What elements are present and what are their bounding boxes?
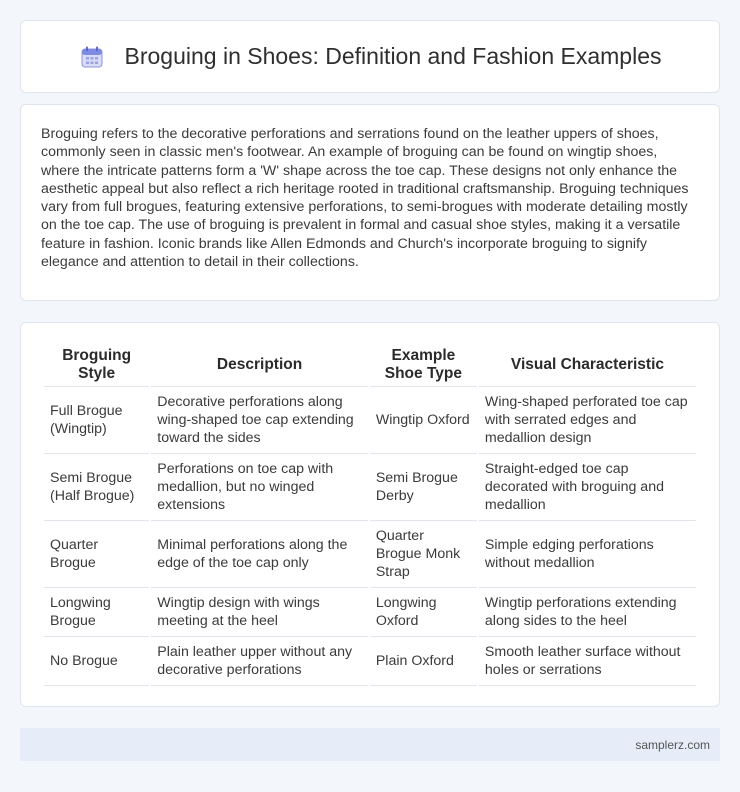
cell-style: Full Brogue (Wingtip)	[44, 387, 150, 454]
column-header-visual: Visual Characteristic	[478, 343, 696, 387]
cell-visual: Wingtip perforations extending along sid…	[478, 588, 696, 637]
calendar-icon	[79, 44, 105, 70]
intro-paragraph: Broguing refers to the decorative perfor…	[41, 126, 689, 271]
cell-visual: Straight-edged toe cap decorated with br…	[478, 454, 696, 521]
table-row: Longwing Brogue Wingtip design with wing…	[44, 588, 696, 637]
intro-card: Broguing refers to the decorative perfor…	[20, 104, 720, 301]
column-header-example: Example Shoe Type	[369, 343, 477, 387]
cell-style: No Brogue	[44, 637, 150, 686]
table-row: Semi Brogue (Half Brogue) Perforations o…	[44, 454, 696, 521]
cell-description: Wingtip design with wings meeting at the…	[151, 588, 368, 637]
column-header-description: Description	[151, 343, 368, 387]
cell-description: Perforations on toe cap with medallion, …	[151, 454, 368, 521]
cell-example: Longwing Oxford	[369, 588, 477, 637]
cell-style: Longwing Brogue	[44, 588, 150, 637]
table-row: Quarter Brogue Minimal perforations alon…	[44, 521, 696, 588]
footer: samplerz.com	[20, 728, 720, 761]
cell-visual: Simple edging perforations without medal…	[478, 521, 696, 588]
cell-visual: Wing-shaped perforated toe cap with serr…	[478, 387, 696, 454]
cell-style: Semi Brogue (Half Brogue)	[44, 454, 150, 521]
broguing-table: Broguing Style Description Example Shoe …	[42, 343, 698, 686]
table-row: No Brogue Plain leather upper without an…	[44, 637, 696, 686]
cell-description: Plain leather upper without any decorati…	[151, 637, 368, 686]
cell-example: Semi Brogue Derby	[369, 454, 477, 521]
title-row: Broguing in Shoes: Definition and Fashio…	[21, 21, 719, 92]
page-title: Broguing in Shoes: Definition and Fashio…	[124, 43, 662, 69]
cell-style: Quarter Brogue	[44, 521, 150, 588]
cell-example: Plain Oxford	[369, 637, 477, 686]
column-header-style: Broguing Style	[44, 343, 150, 387]
table-header-row: Broguing Style Description Example Shoe …	[44, 343, 696, 387]
title-card: Broguing in Shoes: Definition and Fashio…	[20, 20, 720, 93]
footer-site-link[interactable]: samplerz.com	[635, 738, 710, 752]
cell-description: Decorative perforations along wing-shape…	[151, 387, 368, 454]
table-card: Broguing Style Description Example Shoe …	[20, 322, 720, 707]
cell-description: Minimal perforations along the edge of t…	[151, 521, 368, 588]
cell-example: Wingtip Oxford	[369, 387, 477, 454]
cell-example: Quarter Brogue Monk Strap	[369, 521, 477, 588]
cell-visual: Smooth leather surface without holes or …	[478, 637, 696, 686]
table-row: Full Brogue (Wingtip) Decorative perfora…	[44, 387, 696, 454]
